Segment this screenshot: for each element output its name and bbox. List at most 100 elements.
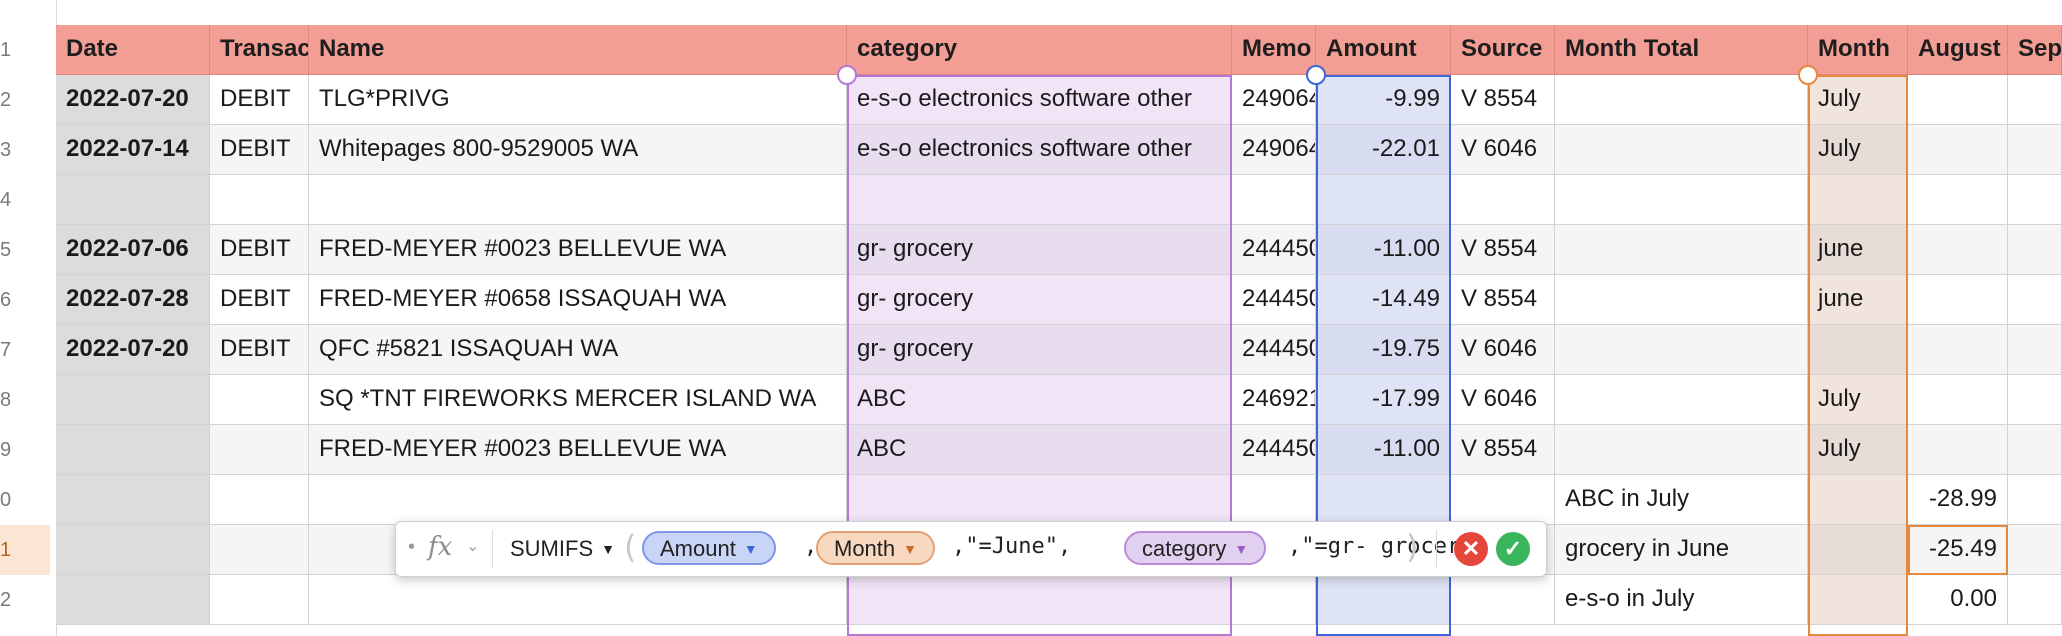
function-icon[interactable]: fx: [428, 532, 452, 562]
row-number[interactable]: 1: [0, 25, 50, 75]
cell-month[interactable]: [1808, 325, 1908, 375]
column-header-transaction[interactable]: Transac: [210, 25, 309, 75]
cell-august[interactable]: [1908, 125, 2008, 175]
cell-amount[interactable]: -19.75: [1316, 325, 1451, 375]
cell-date[interactable]: [56, 575, 210, 625]
cell-memo[interactable]: [1232, 175, 1316, 225]
cell-month-total[interactable]: [1555, 75, 1808, 125]
cell-type[interactable]: DEBIT: [210, 325, 309, 375]
cell-september[interactable]: [2008, 475, 2062, 525]
cell-memo[interactable]: 244450: [1232, 275, 1316, 325]
cell-date[interactable]: 2022-07-28: [56, 275, 210, 325]
cell-category[interactable]: e-s-o electronics software other: [847, 75, 1232, 125]
cell-month[interactable]: [1808, 175, 1908, 225]
cell-month-total[interactable]: ABC in July: [1555, 475, 1808, 525]
cancel-formula-button[interactable]: ✕: [1454, 532, 1488, 566]
cell-name[interactable]: FRED-MEYER #0658 ISSAQUAH WA: [309, 275, 847, 325]
cell-month-total[interactable]: [1555, 275, 1808, 325]
cell-amount[interactable]: -14.49: [1316, 275, 1451, 325]
column-header-month-total[interactable]: Month Total: [1555, 25, 1808, 75]
cell-august[interactable]: [1908, 425, 2008, 475]
cell-month-total[interactable]: [1555, 325, 1808, 375]
cell-month[interactable]: July: [1808, 75, 1908, 125]
cell-september[interactable]: [2008, 425, 2062, 475]
formula-drag-handle[interactable]: •: [408, 536, 415, 559]
cell-memo[interactable]: 244450: [1232, 425, 1316, 475]
cell-date[interactable]: [56, 425, 210, 475]
cell-amount[interactable]: -11.00: [1316, 225, 1451, 275]
cell-category[interactable]: ABC: [847, 425, 1232, 475]
cell-month[interactable]: July: [1808, 125, 1908, 175]
cell-category[interactable]: ABC: [847, 375, 1232, 425]
cell-name[interactable]: TLG*PRIVG: [309, 75, 847, 125]
month-reference-token[interactable]: Month ▼: [816, 531, 936, 565]
cell-month[interactable]: July: [1808, 425, 1908, 475]
cell-type[interactable]: [210, 475, 309, 525]
cell-september[interactable]: [2008, 175, 2062, 225]
column-header-memo[interactable]: Memo: [1232, 25, 1316, 75]
cell-memo[interactable]: 244450: [1232, 225, 1316, 275]
cell-category[interactable]: gr- grocery: [847, 275, 1232, 325]
cell-month-total[interactable]: grocery in June: [1555, 525, 1808, 575]
cell-amount[interactable]: -17.99: [1316, 375, 1451, 425]
cell-date[interactable]: [56, 175, 210, 225]
cell-september[interactable]: [2008, 325, 2062, 375]
row-number[interactable]: 3: [0, 125, 50, 175]
cell-amount[interactable]: -9.99: [1316, 75, 1451, 125]
cell-august[interactable]: [1908, 225, 2008, 275]
row-number[interactable]: 2: [0, 75, 50, 125]
triangle-down-icon[interactable]: ▼: [1234, 541, 1248, 557]
cell-type[interactable]: DEBIT: [210, 275, 309, 325]
cell-name[interactable]: QFC #5821 ISSAQUAH WA: [309, 325, 847, 375]
cell-september[interactable]: [2008, 125, 2062, 175]
cell-type[interactable]: DEBIT: [210, 225, 309, 275]
chevron-down-icon[interactable]: ⌄: [466, 536, 479, 556]
cell-type[interactable]: [210, 525, 309, 575]
cell-source[interactable]: V 8554: [1451, 425, 1555, 475]
cell-month[interactable]: [1808, 575, 1908, 625]
cell-amount[interactable]: -22.01: [1316, 125, 1451, 175]
cell-august[interactable]: 0.00: [1908, 575, 2008, 625]
cell-source[interactable]: V 6046: [1451, 125, 1555, 175]
cell-month-total[interactable]: [1555, 225, 1808, 275]
column-header-month[interactable]: Month: [1808, 25, 1908, 75]
accept-formula-button[interactable]: ✓: [1496, 532, 1530, 566]
cell-date[interactable]: [56, 475, 210, 525]
cell-month-total[interactable]: [1555, 125, 1808, 175]
cell-amount[interactable]: [1316, 475, 1451, 525]
column-header-category[interactable]: category: [847, 25, 1232, 75]
cell-august[interactable]: [1908, 175, 2008, 225]
cell-august[interactable]: -25.49: [1908, 525, 2008, 575]
cell-name[interactable]: FRED-MEYER #0023 BELLEVUE WA: [309, 225, 847, 275]
cell-amount[interactable]: [1316, 175, 1451, 225]
cell-source[interactable]: [1451, 175, 1555, 225]
cell-source[interactable]: V 6046: [1451, 325, 1555, 375]
cell-category[interactable]: gr- grocery: [847, 325, 1232, 375]
cell-date[interactable]: 2022-07-20: [56, 75, 210, 125]
cell-memo[interactable]: 249064: [1232, 75, 1316, 125]
cell-category[interactable]: e-s-o electronics software other: [847, 125, 1232, 175]
column-header-amount[interactable]: Amount: [1316, 25, 1451, 75]
range-resize-handle[interactable]: [837, 65, 857, 85]
cell-source[interactable]: [1451, 575, 1555, 625]
cell-category[interactable]: [847, 575, 1232, 625]
cell-date[interactable]: 2022-07-14: [56, 125, 210, 175]
cell-category[interactable]: gr- grocery: [847, 225, 1232, 275]
row-number[interactable]: 5: [0, 225, 50, 275]
cell-amount[interactable]: -11.00: [1316, 425, 1451, 475]
row-number[interactable]: 1: [0, 525, 50, 575]
cell-month-total[interactable]: [1555, 425, 1808, 475]
row-number-column[interactable]: 123456789012: [0, 0, 57, 636]
row-number[interactable]: 6: [0, 275, 50, 325]
cell-month[interactable]: june: [1808, 275, 1908, 325]
cell-name[interactable]: [309, 575, 847, 625]
cell-september[interactable]: [2008, 225, 2062, 275]
cell-month[interactable]: june: [1808, 225, 1908, 275]
cell-september[interactable]: [2008, 375, 2062, 425]
row-number[interactable]: 2: [0, 575, 50, 625]
cell-month-total[interactable]: e-s-o in July: [1555, 575, 1808, 625]
cell-memo[interactable]: 246921: [1232, 375, 1316, 425]
formula-editor[interactable]: • fx ⌄ SUMIFS ▼ ( Amount ▼ , Month ▼ ,"=Jun…: [395, 521, 1547, 577]
row-number[interactable]: 8: [0, 375, 50, 425]
amount-reference-token[interactable]: Amount ▼: [642, 531, 776, 565]
